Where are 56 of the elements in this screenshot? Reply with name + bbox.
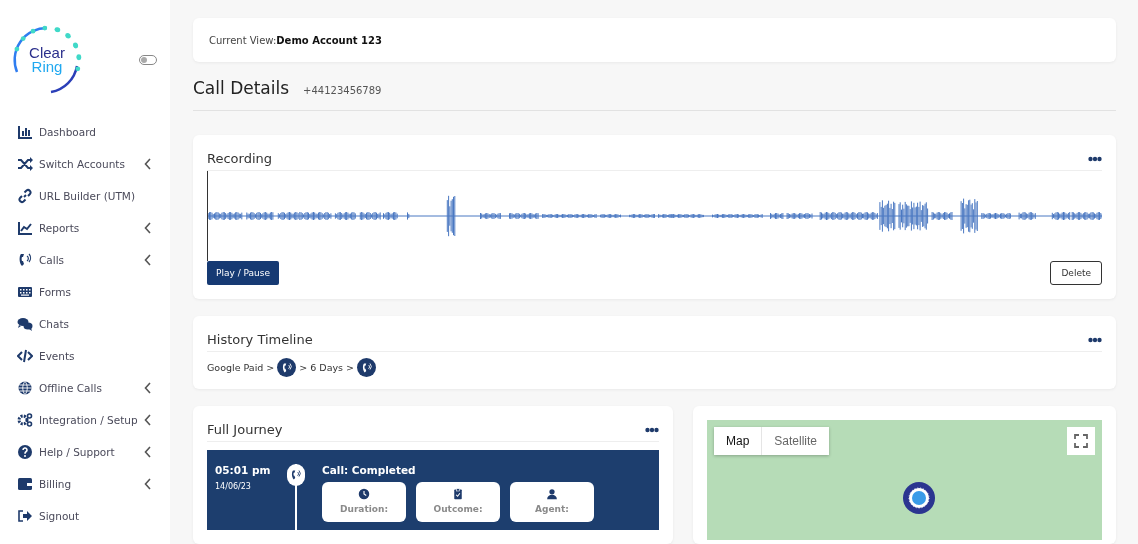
current-view-text: Current View:Demo Account 123 (209, 34, 382, 46)
nav-item[interactable]: URL Builder (UTM) (0, 180, 170, 212)
bar-chart-icon (17, 124, 33, 140)
keyboard-icon (17, 284, 33, 300)
link-icon (17, 188, 33, 204)
call-status: Call: Completed (322, 464, 417, 476)
more-options-icon (1088, 336, 1102, 343)
call-date: 14/06/23 (215, 482, 252, 491)
nav-item[interactable]: Reports (0, 212, 170, 244)
timeline-step: > 6 Days > (299, 362, 355, 373)
phone-number: +44123456789 (303, 85, 382, 96)
delete-button[interactable]: Delete (1050, 261, 1102, 285)
phone-icon (290, 469, 302, 481)
phone-icon (360, 361, 373, 374)
nav-item[interactable]: Events (0, 340, 170, 372)
page-title: Call Details (193, 78, 290, 98)
tile-label: Outcome: (433, 504, 483, 514)
nav-item[interactable]: Help / Support (0, 436, 170, 468)
more-options-icon (1088, 155, 1102, 162)
shuffle-icon (17, 156, 33, 172)
fullscreen-button[interactable] (1067, 427, 1095, 455)
clock-icon (358, 488, 370, 500)
nav-item[interactable]: Integration / Setup (0, 404, 170, 436)
nav-item[interactable]: Chats (0, 308, 170, 340)
nav-item[interactable]: Signout (0, 500, 170, 532)
nav-item[interactable]: Billing (0, 468, 170, 500)
code-icon (17, 348, 33, 364)
nav-item[interactable]: Offline Calls (0, 372, 170, 404)
fullscreen-icon (1074, 434, 1088, 448)
chat-bubbles-icon (17, 316, 33, 332)
help-icon (17, 444, 33, 460)
play-pause-button[interactable]: Play / Pause (207, 261, 279, 285)
gears-icon (17, 412, 33, 428)
map-type-button[interactable]: Satellite (761, 427, 830, 455)
card-title: Recording (207, 151, 273, 166)
sign-out-icon (17, 508, 33, 524)
globe-icon (17, 380, 33, 396)
nav-item[interactable]: Dashboard (0, 116, 170, 148)
nav-item[interactable]: Switch Accounts (0, 148, 170, 180)
clipboard-icon (452, 488, 464, 500)
nav-item[interactable]: Forms (0, 276, 170, 308)
more-options-icon (645, 426, 659, 433)
map-type-button[interactable]: Map (714, 427, 762, 455)
tile-label: Duration: (340, 504, 388, 514)
call-time: 05:01 pm (215, 464, 272, 476)
tile-label: Agent: (535, 504, 569, 514)
user-icon (546, 488, 558, 500)
nav-item[interactable]: Calls (0, 244, 170, 276)
card-title: Full Journey (207, 422, 283, 437)
card-title: History Timeline (207, 332, 313, 347)
phone-icon (17, 252, 33, 268)
wallet-icon (17, 476, 33, 492)
phone-icon (280, 361, 293, 374)
line-chart-icon (17, 220, 33, 236)
timeline-step: Google Paid > (207, 362, 275, 373)
logo: Clear Ring (11, 24, 83, 96)
